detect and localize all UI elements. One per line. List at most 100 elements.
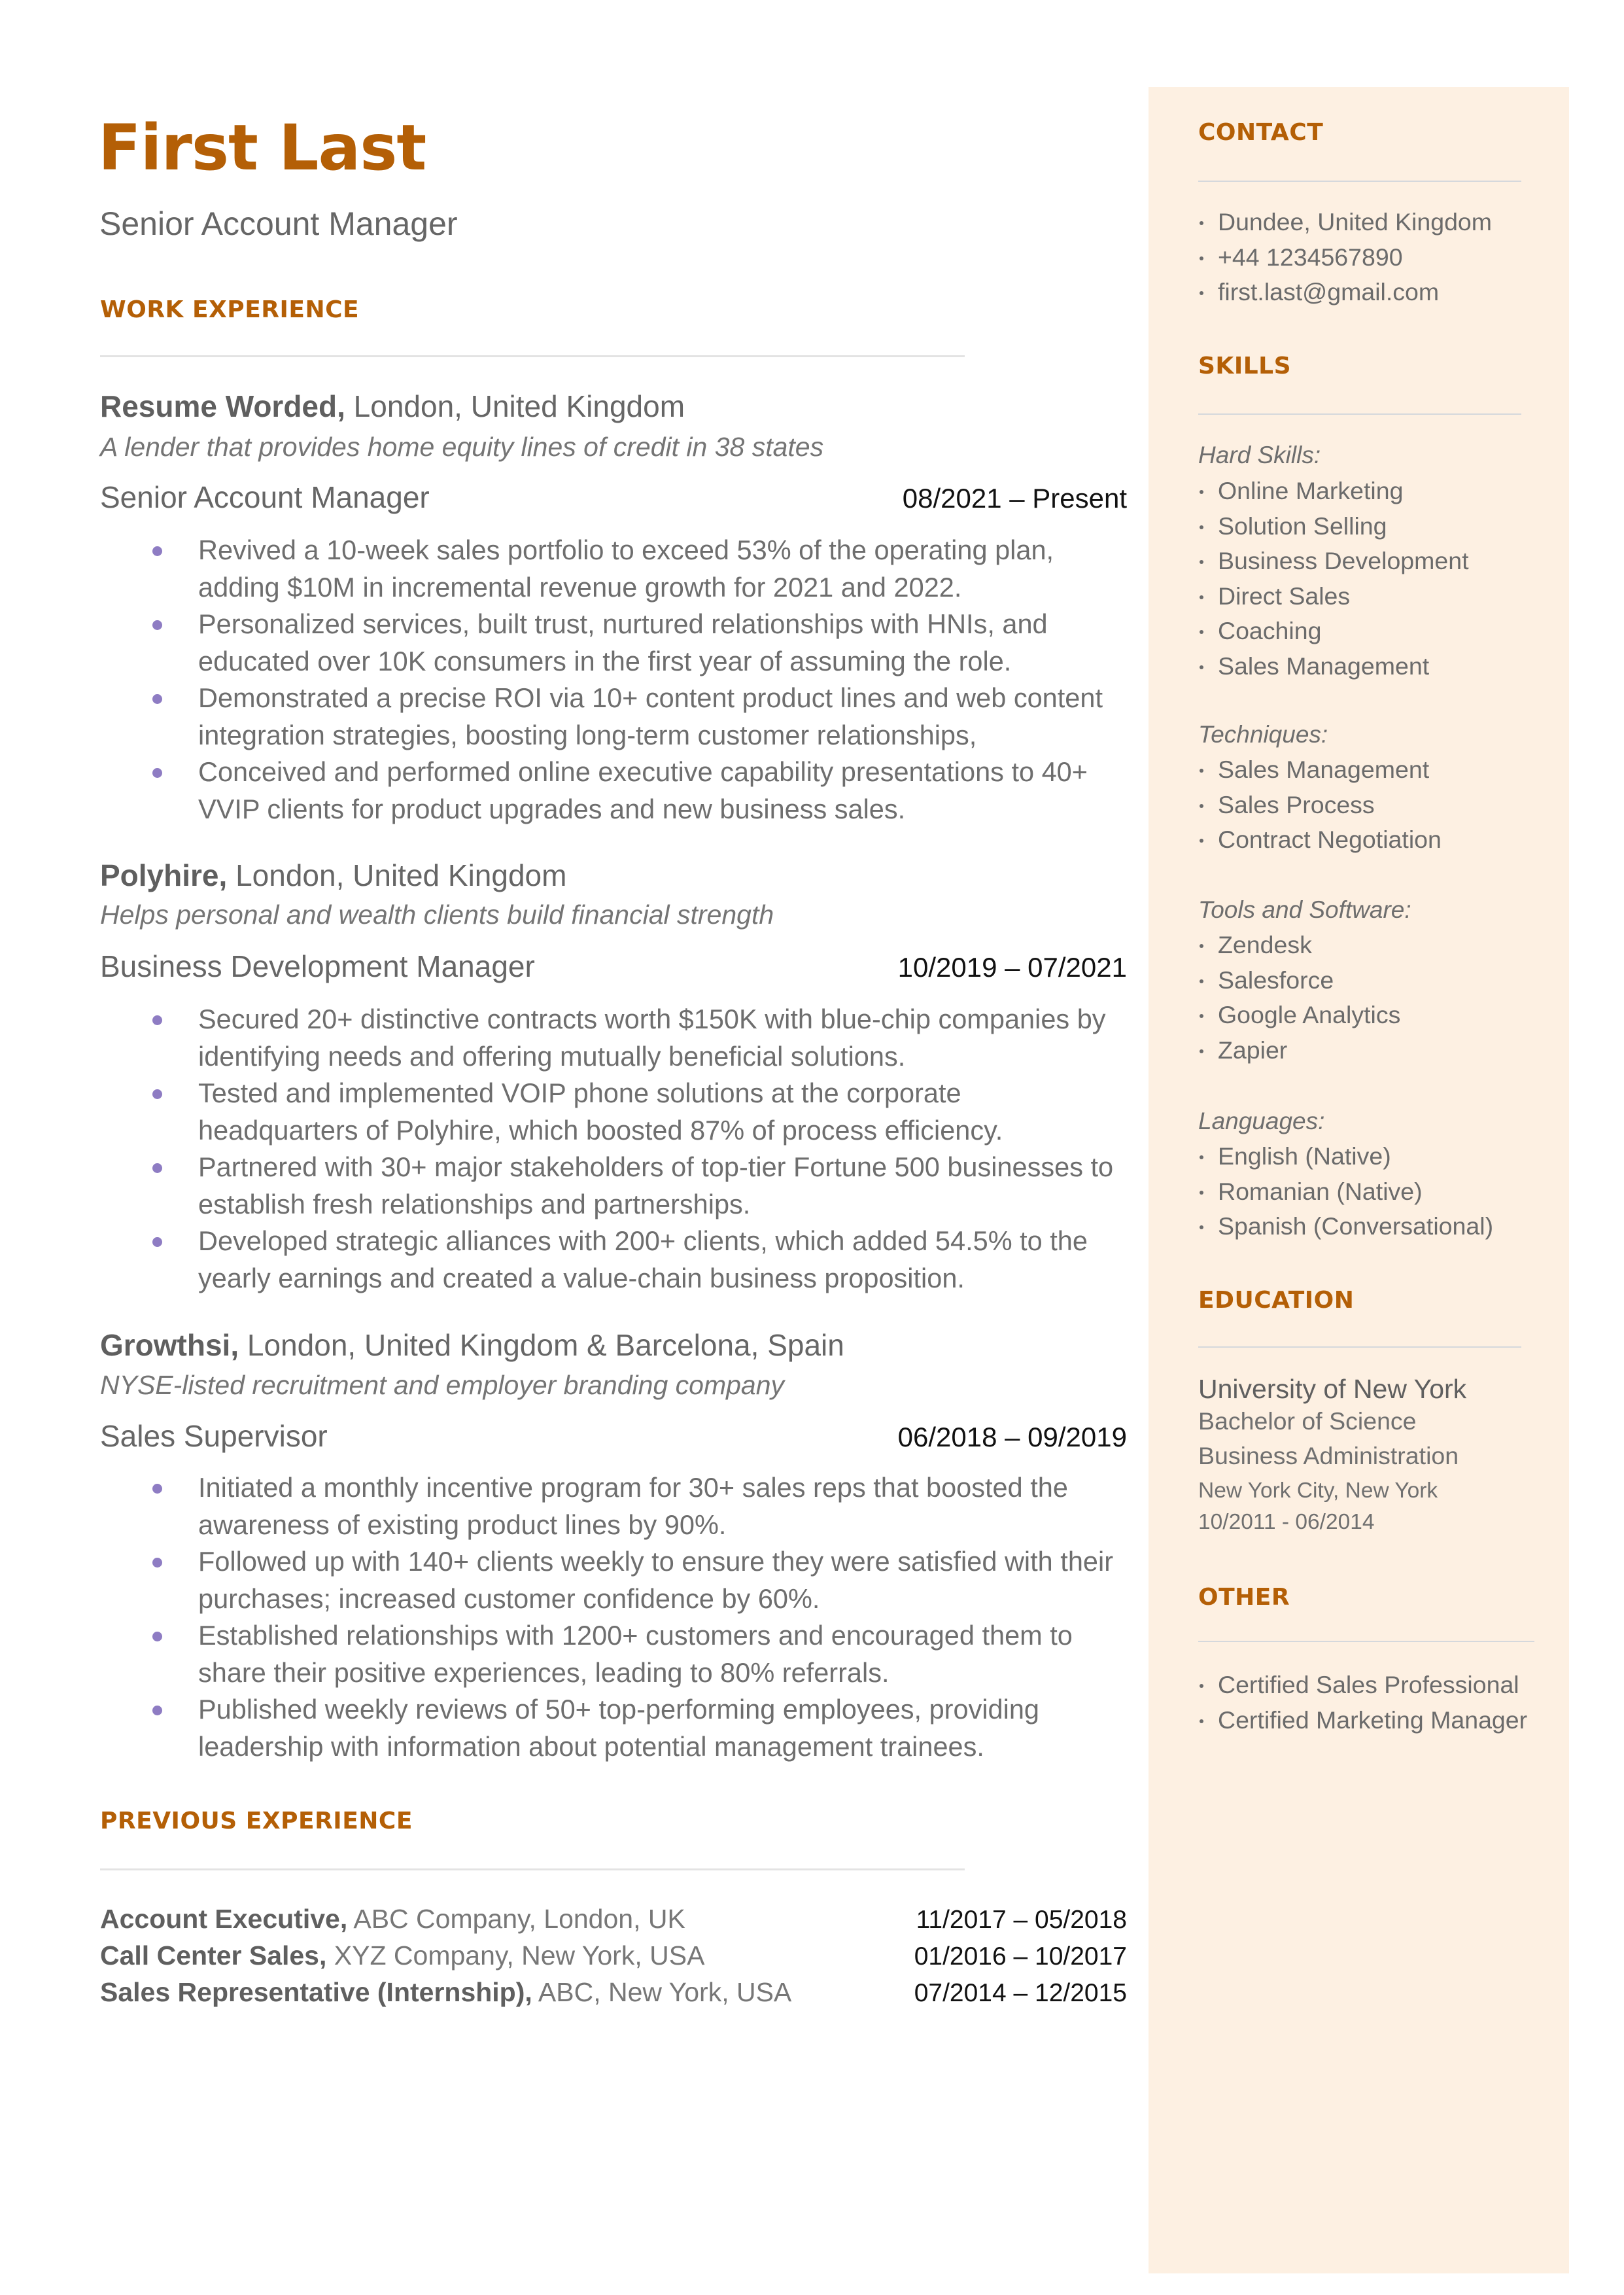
- previous-experience-heading: PREVIOUS EXPERIENCE: [100, 1808, 413, 1834]
- bullet-dot-icon: [1200, 1155, 1203, 1159]
- list-item: Coaching: [1198, 614, 1564, 649]
- bullet-text: Partnered with 30+ major stakeholders of…: [198, 1151, 1114, 1219]
- certification-text: Certified Marketing Manager: [1218, 1706, 1528, 1734]
- bullet-dot-icon: [152, 1484, 162, 1494]
- bullet-text: Followed up with 140+ clients weekly to …: [198, 1546, 1114, 1614]
- previous-role-row: Sales Representative (Internship), ABC, …: [100, 1974, 1127, 2012]
- languages-list: English (Native) Romanian (Native) Spani…: [1198, 1139, 1564, 1244]
- previous-role-title: Account Executive,: [100, 1904, 348, 1934]
- company-location: London, United Kingdom: [345, 389, 685, 423]
- bullet-dot-icon: [1200, 1190, 1203, 1195]
- list-item: Sales Management: [1198, 752, 1564, 788]
- skill-text: Salesforce: [1218, 966, 1334, 994]
- work-experience-divider: [100, 355, 965, 357]
- achievement-list: Revived a 10-week sales portfolio to exc…: [100, 532, 1127, 828]
- list-item: Zendesk: [1198, 928, 1564, 963]
- contact-list: Dundee, United Kingdom +44 1234567890 fi…: [1198, 205, 1564, 310]
- hard-skills-list: Online Marketing Solution Selling Busine…: [1198, 474, 1564, 684]
- list-item: Zapier: [1198, 1033, 1564, 1068]
- candidate-name: First Last: [98, 111, 426, 184]
- company-line: Resume Worded, London, United Kingdom: [100, 389, 685, 425]
- tools-list: Zendesk Salesforce Google Analytics Zapi…: [1198, 928, 1564, 1068]
- bullet-dot-icon: [1200, 979, 1203, 983]
- contact-email[interactable]: first.last@gmail.com: [1198, 275, 1564, 310]
- other-heading: OTHER: [1198, 1584, 1290, 1611]
- language-text: Spanish (Conversational): [1218, 1212, 1494, 1240]
- contact-divider: [1198, 181, 1521, 182]
- skill-text: Business Development: [1218, 547, 1469, 574]
- previous-role-dates: 07/2014 – 12/2015: [914, 1979, 1127, 2007]
- bullet-dot-icon: [152, 1089, 162, 1099]
- contact-phone[interactable]: +44 1234567890: [1198, 240, 1564, 275]
- list-item: Google Analytics: [1198, 998, 1564, 1033]
- bullet-dot-icon: [1200, 490, 1203, 494]
- skills-group-label: Hard Skills:: [1198, 442, 1321, 468]
- previous-role-row: Call Center Sales, XYZ Company, New York…: [100, 1937, 1127, 1975]
- skill-text: Direct Sales: [1218, 582, 1351, 610]
- contact-location-text: Dundee, United Kingdom: [1218, 208, 1493, 236]
- bullet-dot-icon: [1200, 256, 1203, 260]
- previous-experience-divider: [100, 1868, 965, 1870]
- skill-text: Sales Process: [1218, 790, 1375, 818]
- role-row: Sales Supervisor 06/2018 – 09/2019: [100, 1418, 1127, 1454]
- bullet-dot-icon: [1200, 665, 1203, 669]
- education-dates: 10/2011 - 06/2014: [1198, 1510, 1375, 1534]
- education-heading: EDUCATION: [1198, 1287, 1355, 1314]
- achievement-list: Secured 20+ distinctive contracts worth …: [100, 1001, 1127, 1297]
- role-title: Senior Account Manager: [100, 480, 430, 514]
- list-item: Tested and implemented VOIP phone soluti…: [100, 1075, 1127, 1149]
- skills-heading: SKILLS: [1198, 353, 1292, 379]
- company-line: Growthsi, London, United Kingdom & Barce…: [100, 1327, 844, 1363]
- company-name: Polyhire,: [100, 858, 228, 892]
- bullet-dot-icon: [152, 1237, 162, 1247]
- list-item: Secured 20+ distinctive contracts worth …: [100, 1001, 1127, 1075]
- bullet-dot-icon: [1200, 1225, 1203, 1229]
- previous-role-dates: 11/2017 – 05/2018: [916, 1906, 1127, 1934]
- list-item: Certified Sales Professional: [1198, 1668, 1564, 1703]
- role-row: Senior Account Manager 08/2021 – Present: [100, 480, 1127, 516]
- bullet-dot-icon: [1200, 803, 1203, 808]
- list-item: Romanian (Native): [1198, 1174, 1564, 1210]
- bullet-text: Secured 20+ distinctive contracts worth …: [198, 1004, 1106, 1072]
- company-line: Polyhire, London, United Kingdom: [100, 858, 566, 894]
- previous-role-title: Call Center Sales,: [100, 1940, 327, 1971]
- skills-group-label: Techniques:: [1198, 721, 1328, 748]
- skill-text: Zapier: [1218, 1036, 1288, 1064]
- list-item: Partnered with 30+ major stakeholders of…: [100, 1149, 1127, 1223]
- bullet-dot-icon: [152, 546, 162, 556]
- company-tagline: NYSE-listed recruitment and employer bra…: [100, 1370, 785, 1400]
- bullet-text: Published weekly reviews of 50+ top-perf…: [198, 1694, 1040, 1762]
- language-text: English (Native): [1218, 1142, 1391, 1170]
- list-item: Revived a 10-week sales portfolio to exc…: [100, 532, 1127, 606]
- list-item: Followed up with 140+ clients weekly to …: [100, 1543, 1127, 1617]
- education-location: New York City, New York: [1198, 1479, 1438, 1503]
- list-item: Sales Management: [1198, 649, 1564, 684]
- work-experience-heading: WORK EXPERIENCE: [100, 296, 360, 323]
- skill-text: Google Analytics: [1218, 1001, 1401, 1028]
- bullet-dot-icon: [1200, 595, 1203, 599]
- skill-text: Solution Selling: [1218, 512, 1387, 540]
- bullet-dot-icon: [1200, 525, 1203, 529]
- bullet-text: Developed strategic alliances with 200+ …: [198, 1225, 1088, 1293]
- bullet-dot-icon: [1200, 1684, 1203, 1688]
- bullet-dot-icon: [152, 1015, 162, 1025]
- email-link[interactable]: first.last@gmail.com: [1218, 278, 1439, 306]
- list-item: Online Marketing: [1198, 474, 1564, 509]
- list-item: Personalized services, built trust, nurt…: [100, 606, 1127, 680]
- skill-text: Online Marketing: [1218, 477, 1404, 504]
- bullet-dot-icon: [152, 1706, 162, 1715]
- certification-text: Certified Sales Professional: [1218, 1671, 1519, 1698]
- bullet-dot-icon: [152, 1163, 162, 1173]
- company-tagline: A lender that provides home equity lines…: [100, 432, 824, 462]
- language-text: Romanian (Native): [1218, 1177, 1423, 1205]
- list-item: Salesforce: [1198, 963, 1564, 998]
- skill-text: Contract Negotiation: [1218, 826, 1442, 853]
- list-item: Spanish (Conversational): [1198, 1209, 1564, 1244]
- company-tagline: Helps personal and wealth clients build …: [100, 900, 774, 930]
- role-title: Sales Supervisor: [100, 1419, 328, 1453]
- bullet-dot-icon: [1200, 839, 1203, 843]
- education-school: University of New York: [1198, 1374, 1467, 1404]
- phone-link[interactable]: +44 1234567890: [1218, 243, 1403, 271]
- list-item: Initiated a monthly incentive program fo…: [100, 1469, 1127, 1543]
- candidate-title: Senior Account Manager: [99, 205, 458, 242]
